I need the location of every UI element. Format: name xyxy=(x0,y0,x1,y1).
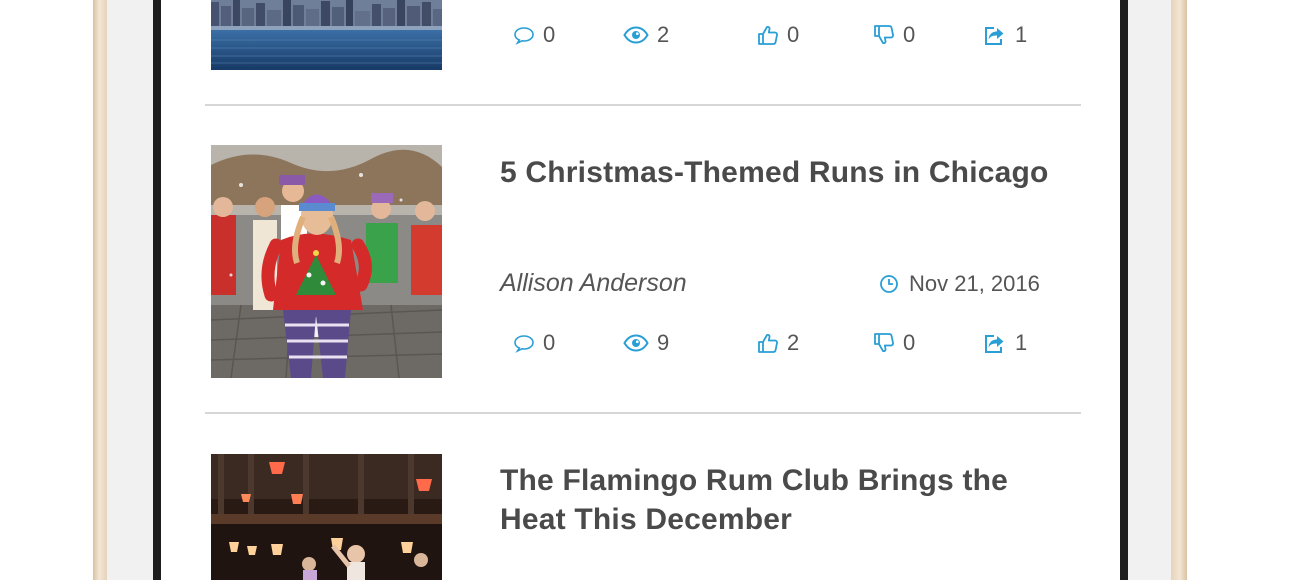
dislikes-stat[interactable]: 0 xyxy=(873,330,915,356)
comments-count: 0 xyxy=(543,330,556,355)
article-thumbnail-flamingo-rum-club[interactable] xyxy=(211,454,442,580)
views-stat: 9 xyxy=(623,330,669,356)
article-card[interactable]: 0 2 0 0 1 xyxy=(161,0,1120,104)
dislikes-stat[interactable]: 0 xyxy=(873,22,915,48)
device-frame-right-edge xyxy=(1171,0,1187,580)
shares-stat[interactable]: 1 xyxy=(983,22,1027,48)
eye-icon xyxy=(623,26,649,44)
comments-stat[interactable]: 0 xyxy=(513,330,555,356)
likes-stat[interactable]: 2 xyxy=(757,330,799,356)
article-stats: 0 2 0 0 1 xyxy=(513,22,1093,52)
device-frame-left-edge xyxy=(93,0,107,580)
views-count: 2 xyxy=(657,22,670,47)
likes-stat[interactable]: 0 xyxy=(757,22,799,48)
article-date: Nov 21, 2016 xyxy=(879,271,1040,297)
shares-stat[interactable]: 1 xyxy=(983,330,1027,356)
article-date-text: Nov 21, 2016 xyxy=(909,271,1040,296)
likes-count: 0 xyxy=(787,22,800,47)
views-stat: 2 xyxy=(623,22,669,48)
eye-icon xyxy=(623,334,649,352)
dislikes-count: 0 xyxy=(903,330,916,355)
comment-icon xyxy=(514,27,534,45)
comments-stat[interactable]: 0 xyxy=(513,22,555,48)
device-bezel-left xyxy=(107,0,155,580)
screen-border-left xyxy=(153,0,161,580)
thumbs-down-icon xyxy=(874,333,894,353)
share-icon xyxy=(985,27,1004,45)
thumbs-up-icon xyxy=(758,333,778,353)
comments-count: 0 xyxy=(543,22,556,47)
dislikes-count: 0 xyxy=(903,22,916,47)
app-screen: 0 2 0 0 1 5 Christmas-Themed Runs in Chi… xyxy=(161,0,1120,580)
comment-icon xyxy=(514,335,534,353)
shares-count: 1 xyxy=(1015,330,1028,355)
screen-border-right xyxy=(1120,0,1128,580)
share-icon xyxy=(985,335,1004,353)
views-count: 9 xyxy=(657,330,670,355)
article-thumbnail-christmas-runners[interactable] xyxy=(211,145,442,378)
article-title[interactable]: The Flamingo Rum Club Brings the Heat Th… xyxy=(500,461,1080,539)
article-author[interactable]: Allison Anderson xyxy=(500,269,687,298)
clock-icon xyxy=(880,275,898,293)
thumbs-up-icon xyxy=(758,25,778,45)
thumbs-down-icon xyxy=(874,25,894,45)
article-card[interactable]: The Flamingo Rum Club Brings the Heat Th… xyxy=(161,414,1120,580)
article-card[interactable]: 5 Christmas-Themed Runs in Chicago Allis… xyxy=(161,106,1120,412)
shares-count: 1 xyxy=(1015,22,1028,47)
device-bezel-right xyxy=(1128,0,1171,580)
article-stats: 0 9 2 0 1 xyxy=(513,330,1093,360)
article-title[interactable]: 5 Christmas-Themed Runs in Chicago xyxy=(500,153,1080,192)
article-thumbnail-chicago-skyline[interactable] xyxy=(211,0,442,70)
likes-count: 2 xyxy=(787,330,800,355)
